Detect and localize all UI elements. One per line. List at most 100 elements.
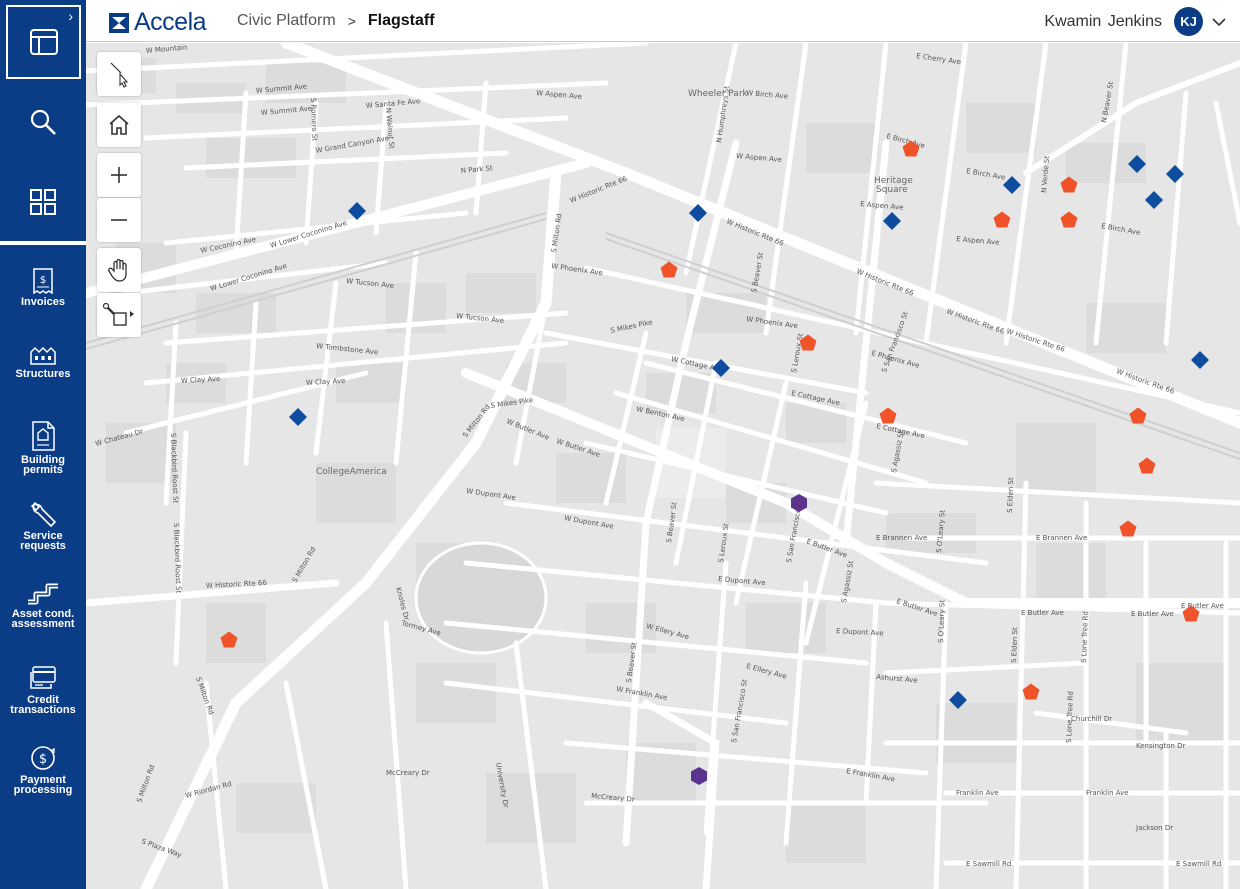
chevron-down-icon[interactable] <box>1212 17 1226 27</box>
breadcrumb-current: Flagstaff <box>367 12 435 29</box>
street-map[interactable]: W Historic Rte 66 W Historic Rte 66 W Hi… <box>86 43 1240 889</box>
svg-text:Franklin Ave: Franklin Ave <box>956 789 999 797</box>
breadcrumb-separator: > <box>347 13 356 29</box>
svg-text:S Lone Tree Rd: S Lone Tree Rd <box>1065 691 1075 743</box>
svg-text:Knoles Dr: Knoles Dr <box>394 586 410 621</box>
svg-text:W Aspen Ave: W Aspen Ave <box>536 89 582 101</box>
svg-text:Kensington Dr: Kensington Dr <box>1136 742 1186 750</box>
svg-text:Square: Square <box>876 185 908 195</box>
layout-icon <box>29 29 58 55</box>
map-marker-diamond[interactable] <box>948 690 968 710</box>
user-name: Kwamin Jenkins <box>1044 12 1162 30</box>
map-marker-pentagon[interactable] <box>798 333 818 353</box>
grid-icon <box>30 189 56 215</box>
rail-item-label: Structures <box>15 368 71 380</box>
svg-text:$: $ <box>39 752 47 767</box>
map-marker-pentagon[interactable] <box>878 406 898 426</box>
svg-text:E Butler Ave: E Butler Ave <box>895 597 938 618</box>
svg-text:S Agassiz St: S Agassiz St <box>840 560 855 604</box>
svg-text:S Blackbird Roost St: S Blackbird Roost St <box>172 523 182 594</box>
svg-text:W Franklin Ave: W Franklin Ave <box>616 685 668 702</box>
minus-icon <box>111 219 127 221</box>
map-marker-diamond[interactable] <box>1144 190 1164 210</box>
rail-item-credit-transactions[interactable]: Credit transactions <box>0 664 86 734</box>
map-marker-diamond[interactable] <box>347 201 367 221</box>
rail-item-service-requests[interactable]: Service requests <box>0 500 86 570</box>
apps-button[interactable] <box>0 172 86 232</box>
map-marker-diamond[interactable] <box>1190 350 1210 370</box>
brand-name: Accela <box>134 8 207 36</box>
pan-tool-button[interactable] <box>97 248 141 292</box>
svg-text:W Phoenix Ave: W Phoenix Ave <box>551 262 604 277</box>
svg-text:S Milton Rd: S Milton Rd <box>194 676 215 716</box>
svg-text:N Park St: N Park St <box>460 164 493 175</box>
pipe-icon <box>28 583 58 605</box>
map-marker-hexagon[interactable] <box>689 766 709 786</box>
map-marker-pentagon[interactable] <box>659 260 679 280</box>
select-tool-button[interactable] <box>97 52 141 96</box>
map-marker-diamond[interactable] <box>1002 175 1022 195</box>
workspace-button[interactable]: › <box>6 5 81 79</box>
rail-item-label-2: assessment <box>11 618 75 630</box>
svg-text:Franklin Ave: Franklin Ave <box>1086 789 1129 797</box>
map-marker-diamond[interactable] <box>288 407 308 427</box>
map-marker-pentagon[interactable] <box>901 139 921 159</box>
rail-item-asset-condition[interactable]: Asset cond. assessment <box>0 580 86 650</box>
accela-logo[interactable]: Accela <box>108 8 207 37</box>
map-marker-diamond[interactable] <box>1165 164 1185 184</box>
home-icon <box>109 114 129 135</box>
map-marker-diamond[interactable] <box>711 358 731 378</box>
map-marker-pentagon[interactable] <box>1128 406 1148 426</box>
building-permit-icon <box>32 421 55 451</box>
draw-shape-icon <box>102 302 134 326</box>
map-marker-hexagon[interactable] <box>789 493 809 513</box>
rail-divider <box>0 241 86 245</box>
map-marker-pentagon[interactable] <box>1059 175 1079 195</box>
map-marker-diamond[interactable] <box>688 203 708 223</box>
map-marker-diamond[interactable] <box>1127 154 1147 174</box>
payment-icon: $ <box>31 746 55 770</box>
map-marker-diamond[interactable] <box>882 211 902 231</box>
rail-item-invoices[interactable]: $ Invoices <box>0 268 86 338</box>
map-marker-pentagon[interactable] <box>1059 210 1079 230</box>
avatar[interactable]: KJ <box>1174 7 1203 36</box>
map-marker-pentagon[interactable] <box>1021 682 1041 702</box>
map-marker-pentagon[interactable] <box>1118 519 1138 539</box>
svg-text:E Sawmill Rd: E Sawmill Rd <box>966 860 1011 868</box>
breadcrumb-root[interactable]: Civic Platform <box>237 12 336 30</box>
plus-icon <box>111 167 127 183</box>
svg-text:McCreary Dr: McCreary Dr <box>386 769 430 777</box>
svg-text:S Agassiz St: S Agassiz St <box>890 430 905 474</box>
svg-text:W Dupont Ave: W Dupont Ave <box>466 487 517 502</box>
credit-card-icon <box>30 666 56 689</box>
map-view[interactable]: W Historic Rte 66 W Historic Rte 66 W Hi… <box>86 43 1240 889</box>
top-header: Accela Civic Platform > Flagstaff Kwamin… <box>86 0 1240 42</box>
rail-item-building-permits[interactable]: Building permits <box>0 420 86 490</box>
map-marker-pentagon[interactable] <box>992 210 1012 230</box>
zoom-out-button[interactable] <box>97 198 141 242</box>
home-extent-button[interactable] <box>97 103 141 147</box>
svg-text:W Mountain: W Mountain <box>145 43 187 55</box>
rail-item-payment-processing[interactable]: $ Payment processing <box>0 744 86 814</box>
chevron-right-icon[interactable]: › <box>68 8 73 24</box>
svg-text:W Summit Ave: W Summit Ave <box>260 105 312 117</box>
svg-text:S O'Leary St: S O'Leary St <box>937 600 947 643</box>
svg-text:E Sawmill Rd: E Sawmill Rd <box>1176 860 1221 868</box>
map-marker-pentagon[interactable] <box>1181 604 1201 624</box>
map-marker-pentagon[interactable] <box>219 630 239 650</box>
search-button[interactable] <box>0 92 86 152</box>
svg-text:W Historic Rte 66: W Historic Rte 66 <box>569 174 629 204</box>
svg-text:E Brannen Ave: E Brannen Ave <box>1036 534 1087 542</box>
svg-text:E Dupont Ave: E Dupont Ave <box>836 627 884 637</box>
map-marker-pentagon[interactable] <box>1137 456 1157 476</box>
zoom-in-button[interactable] <box>97 153 141 197</box>
hand-icon <box>108 258 127 282</box>
rail-item-label-2: permits <box>23 464 63 476</box>
rail-item-label: Invoices <box>20 296 66 308</box>
user-menu[interactable]: Kwamin Jenkins KJ <box>1044 7 1226 36</box>
rail-item-structures[interactable]: Structures <box>0 344 86 414</box>
svg-text:W Tucson Ave: W Tucson Ave <box>346 277 395 290</box>
measure-tool-button[interactable] <box>97 293 141 337</box>
svg-text:S Elden St: S Elden St <box>1010 627 1019 663</box>
svg-text:CollegeAmerica: CollegeAmerica <box>316 467 387 477</box>
